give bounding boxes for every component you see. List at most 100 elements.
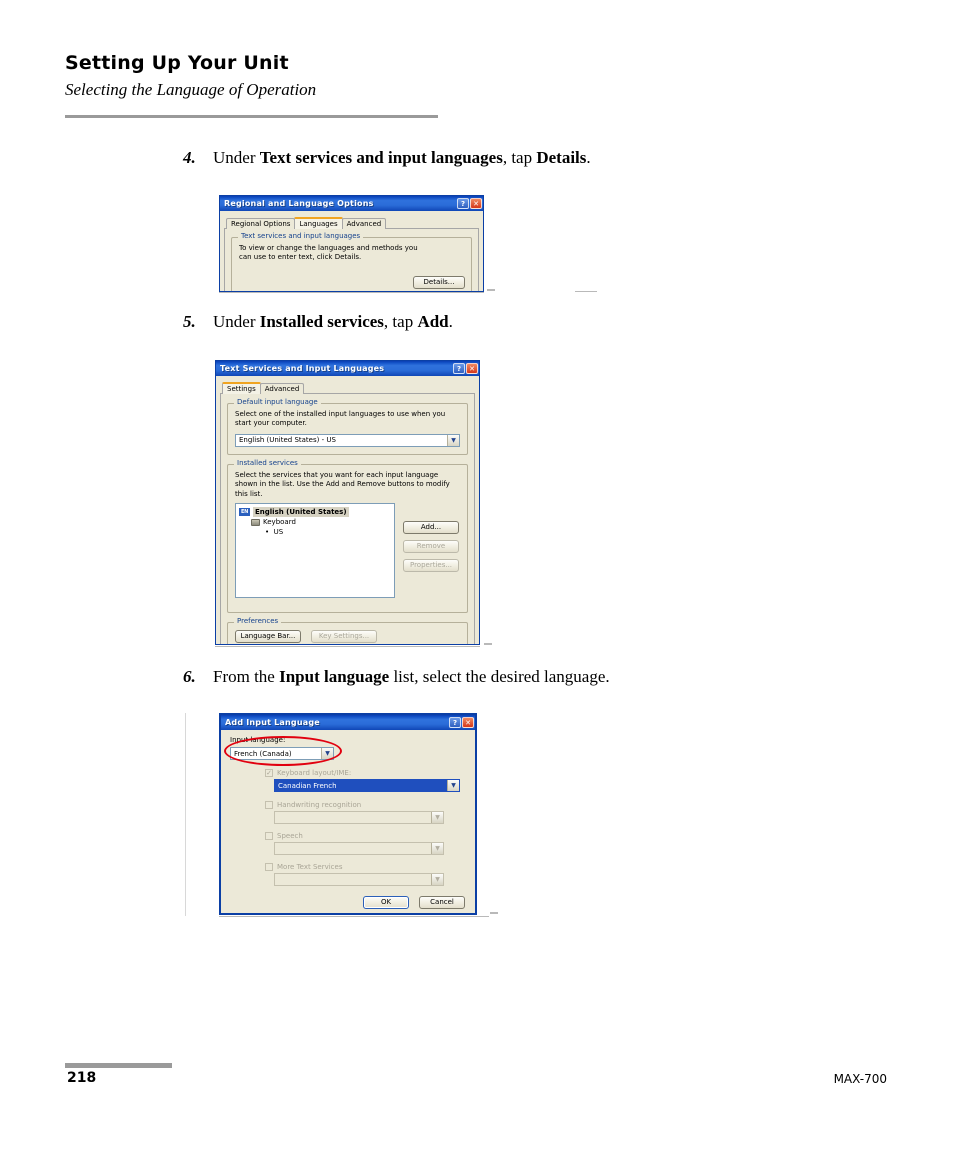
- group-title-default-input-language: Default input language: [234, 399, 321, 406]
- dialog2-body: Settings Advanced Default input language…: [216, 376, 479, 644]
- installed-services-description: Select the services that you want for ea…: [235, 470, 450, 498]
- crop-edge-left-3: [185, 713, 186, 916]
- handwriting-checkbox-row: Handwriting recognition: [265, 801, 465, 810]
- tab-advanced[interactable]: Advanced: [341, 218, 387, 229]
- list-item-language-label: English (United States): [253, 507, 349, 518]
- input-language-value: French (Canada): [234, 749, 292, 758]
- step-4-number: 4.: [183, 148, 196, 167]
- group-title-installed-services: Installed services: [234, 459, 301, 467]
- group-preferences: Preferences Language Bar... Key Settings…: [227, 617, 468, 644]
- tab-settings[interactable]: Settings: [222, 382, 261, 394]
- more-text-services-label: More Text Services: [277, 863, 343, 872]
- step-5: 5. Under Installed services, tap Add.: [183, 312, 453, 332]
- default-input-language-combobox[interactable]: English (United States) - US ▼: [235, 433, 460, 447]
- crop-edge-bottom-3: [219, 916, 489, 917]
- crop-edge-bottom-2: [215, 646, 480, 647]
- cancel-button[interactable]: Cancel: [419, 896, 465, 910]
- crop-edge-right-3: [490, 912, 498, 914]
- step-5-number: 5.: [183, 312, 196, 331]
- dialog3-body: Input language: French (Canada) ▼ ✓ Keyb…: [221, 730, 475, 913]
- keyboard-layout-checkbox-row[interactable]: ✓ Keyboard layout/IME:: [265, 768, 465, 778]
- default-input-language-value: English (United States) - US: [239, 436, 336, 445]
- list-item-language[interactable]: EN English (United States): [239, 507, 391, 518]
- group-title: Text services and input languages: [238, 233, 364, 240]
- step-6-number: 6.: [183, 667, 196, 686]
- close-icon[interactable]: ✕: [466, 363, 478, 374]
- chevron-down-icon: ▼: [431, 843, 443, 855]
- dialog-regional-and-language-options[interactable]: Regional and Language Options ? ✕ Region…: [219, 195, 484, 292]
- input-language-label: Input language:: [230, 736, 286, 744]
- dialog1-titlebar[interactable]: Regional and Language Options ? ✕: [220, 196, 483, 211]
- chevron-down-icon: ▼: [431, 812, 443, 824]
- properties-button: Properties...: [403, 558, 459, 572]
- help-icon[interactable]: ?: [453, 363, 465, 374]
- step-4: 4. Under Text services and input language…: [183, 148, 591, 168]
- key-settings-button: Key Settings...: [311, 629, 377, 643]
- crop-edge-bottom-1: [219, 292, 484, 293]
- tab-regional-options[interactable]: Regional Options: [226, 218, 296, 229]
- list-item-layout-label: US: [273, 528, 284, 537]
- add-button[interactable]: Add...: [403, 520, 459, 534]
- dialog2-titlebar[interactable]: Text Services and Input Languages ? ✕: [216, 361, 479, 376]
- page-number: 218: [67, 1070, 97, 1086]
- checkbox-handwriting-recognition: [265, 801, 273, 810]
- dialog3-titlebar[interactable]: Add Input Language ? ✕: [221, 715, 475, 730]
- speech-combobox: ▼: [274, 842, 444, 856]
- help-icon[interactable]: ?: [449, 717, 461, 728]
- keyboard-layout-value: Canadian French: [278, 781, 337, 790]
- group-default-input-language: Default input language Select one of the…: [227, 399, 468, 455]
- keyboard-layout-label: Keyboard layout/IME:: [277, 769, 352, 778]
- close-icon[interactable]: ✕: [470, 198, 482, 209]
- chapter-title: Setting Up Your Unit: [65, 52, 289, 74]
- dialog2-tabpage: Default input language Select one of the…: [220, 393, 475, 644]
- remove-button: Remove: [403, 539, 459, 553]
- chevron-down-icon: ▼: [431, 874, 443, 886]
- step-6: 6. From the Input language list, select t…: [183, 667, 610, 687]
- chevron-down-icon[interactable]: ▼: [447, 780, 459, 792]
- language-bar-button[interactable]: Language Bar...: [235, 629, 301, 643]
- chevron-down-icon[interactable]: ▼: [447, 434, 459, 446]
- dialog1-window-controls[interactable]: ? ✕: [457, 198, 482, 209]
- dialog3-button-row: OK Cancel: [230, 896, 465, 910]
- list-item-keyboard[interactable]: Keyboard: [239, 517, 391, 527]
- preferences-buttons: Language Bar... Key Settings...: [235, 629, 460, 643]
- dialog-add-input-language[interactable]: Add Input Language ? ✕ Input language: F…: [219, 713, 477, 915]
- footer-divider: [65, 1063, 172, 1068]
- dialog2-tabstrip[interactable]: Settings Advanced: [220, 380, 475, 394]
- checkbox-more-text-services: [265, 863, 273, 872]
- step-6-text: From the Input language list, select the…: [213, 667, 610, 686]
- dialog2-window-controls[interactable]: ? ✕: [453, 363, 478, 374]
- dialog-text-services-and-input-languages[interactable]: Text Services and Input Languages ? ✕ Se…: [215, 360, 480, 645]
- help-icon[interactable]: ?: [457, 198, 469, 209]
- list-item-layout[interactable]: • US: [239, 527, 391, 537]
- close-icon[interactable]: ✕: [462, 717, 474, 728]
- tab-languages[interactable]: Languages: [294, 217, 343, 229]
- dialog2-title: Text Services and Input Languages: [220, 364, 385, 373]
- group-installed-services: Installed services Select the services t…: [227, 459, 468, 613]
- dialog1-body: Regional Options Languages Advanced Text…: [220, 211, 483, 291]
- group-text-services-and-input-languages: Text services and input languages To vie…: [231, 233, 472, 291]
- dialog1-tabstrip[interactable]: Regional Options Languages Advanced: [224, 215, 479, 229]
- input-language-combobox[interactable]: French (Canada) ▼: [230, 747, 334, 761]
- crop-edge-far-right-1: [575, 291, 597, 292]
- checkbox-keyboard-layout: ✓: [265, 768, 273, 778]
- installed-services-listbox[interactable]: EN English (United States) Keyboard • US: [235, 503, 395, 599]
- more-text-services-combobox: ▼: [274, 873, 444, 887]
- handwriting-label: Handwriting recognition: [277, 801, 362, 810]
- details-button[interactable]: Details...: [413, 276, 465, 289]
- chevron-down-icon[interactable]: ▼: [321, 748, 333, 760]
- group-title-preferences: Preferences: [234, 617, 282, 625]
- header-divider: [65, 115, 438, 118]
- model-name: MAX-700: [833, 1072, 887, 1086]
- tab-advanced[interactable]: Advanced: [259, 383, 305, 394]
- section-title: Selecting the Language of Operation: [65, 80, 317, 99]
- more-text-services-checkbox-row: More Text Services: [265, 863, 465, 872]
- page-header: Setting Up Your Unit Selecting the Langu…: [65, 52, 885, 100]
- ok-button[interactable]: OK: [363, 896, 409, 910]
- dialog3-title: Add Input Language: [225, 718, 320, 727]
- step-4-text: Under Text services and input languages,…: [213, 148, 591, 167]
- dialog3-window-controls[interactable]: ? ✕: [449, 717, 474, 728]
- keyboard-layout-combobox[interactable]: Canadian French ▼: [274, 779, 460, 793]
- speech-label: Speech: [277, 832, 303, 841]
- checkbox-speech: [265, 832, 273, 841]
